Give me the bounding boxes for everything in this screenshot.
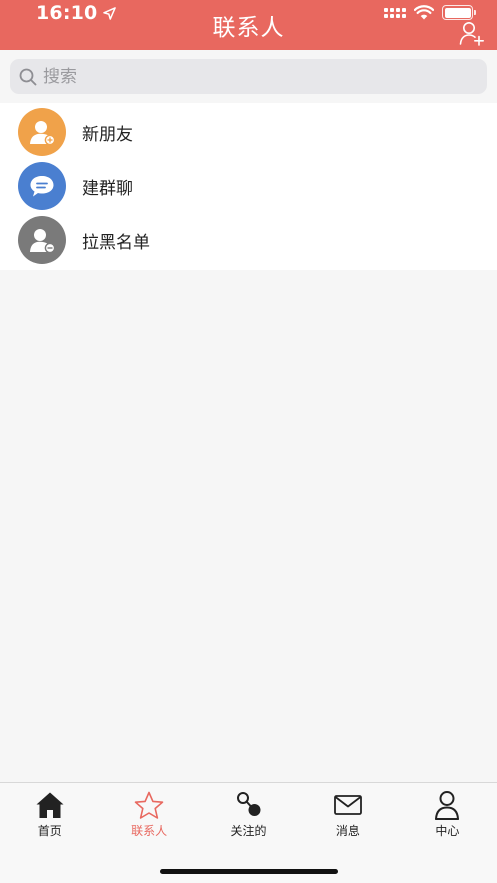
tab-following[interactable]: 关注的: [199, 783, 298, 843]
list-item-new-friends[interactable]: 新朋友: [0, 105, 497, 159]
tab-label: 关注的: [230, 824, 267, 838]
block-user-icon: [18, 216, 66, 264]
mail-icon: [333, 790, 363, 820]
add-friend-icon: [18, 108, 66, 156]
home-indicator[interactable]: [160, 869, 338, 874]
follow-icon: [234, 790, 264, 820]
home-icon: [35, 790, 65, 820]
tab-contacts[interactable]: 联系人: [99, 783, 198, 843]
search-icon: [19, 68, 37, 85]
tab-home[interactable]: 首页: [0, 783, 99, 843]
tab-label: 消息: [335, 824, 360, 838]
contact-actions-list: 新朋友 建群聊 拉黑名单: [0, 103, 497, 270]
list-item-label: 新朋友: [82, 124, 133, 145]
tab-label: 联系人: [131, 824, 168, 838]
star-icon: [134, 790, 164, 820]
tab-center[interactable]: 中心: [398, 783, 497, 843]
person-icon: [432, 790, 462, 820]
list-item-create-group[interactable]: 建群聊: [0, 159, 497, 213]
chat-bubble-icon: [18, 162, 66, 210]
tab-bar: 首页 联系人 关注的 消息 中心: [0, 782, 497, 883]
search-input[interactable]: [43, 66, 463, 87]
list-item-blacklist[interactable]: 拉黑名单: [0, 213, 497, 267]
nav-header: 16:10 联系人: [0, 0, 497, 50]
search-bar[interactable]: [10, 59, 487, 94]
tab-messages[interactable]: 消息: [298, 783, 397, 843]
tab-label: 中心: [435, 824, 460, 838]
search-area: [0, 50, 497, 102]
list-item-label: 拉黑名单: [82, 232, 150, 253]
list-item-label: 建群聊: [82, 178, 133, 199]
page-title: 联系人: [212, 15, 285, 41]
tab-label: 首页: [37, 824, 62, 838]
add-contact-icon[interactable]: [459, 20, 485, 46]
